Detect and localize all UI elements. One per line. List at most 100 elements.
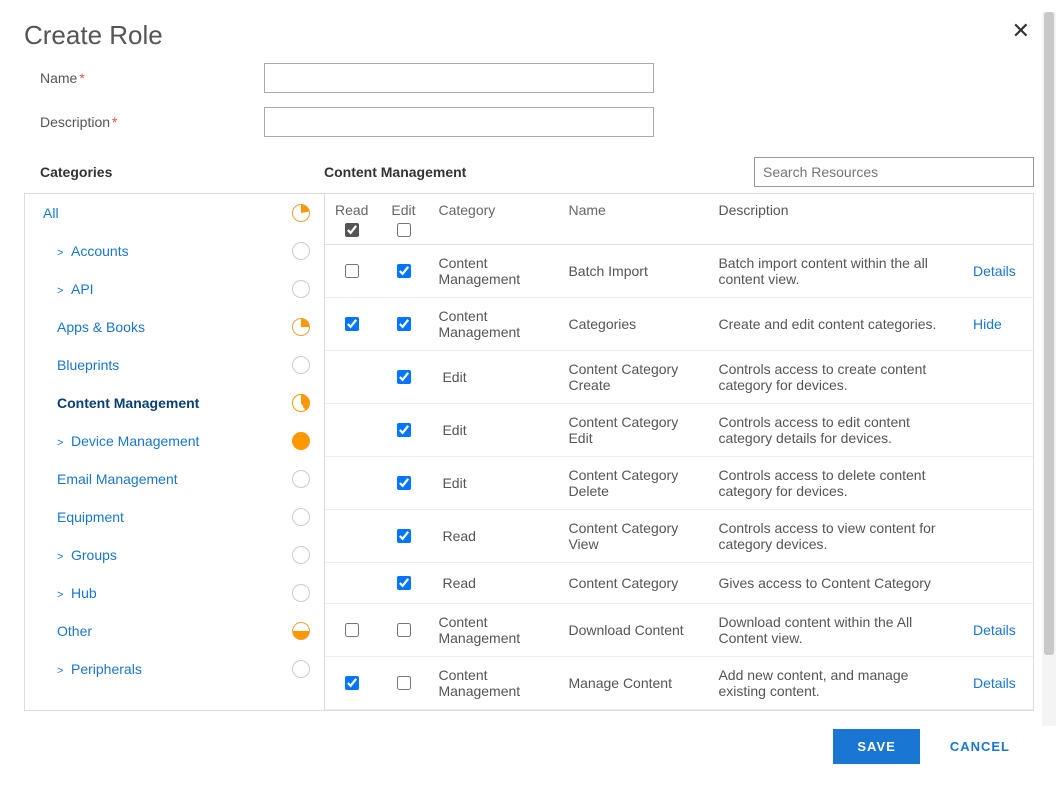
col-name: Name	[558, 194, 708, 245]
row-category: Content Management	[428, 298, 558, 351]
row-name: Content Category	[558, 563, 708, 604]
row-description: Controls access to edit content category…	[708, 404, 963, 457]
description-label: Description*	[24, 114, 264, 130]
description-field[interactable]	[264, 107, 654, 137]
read-all-checkbox[interactable]	[345, 223, 359, 237]
row-description: Create and edit content categories.	[708, 298, 963, 351]
name-field[interactable]	[264, 63, 654, 93]
category-item[interactable]: > Peripherals	[25, 650, 324, 688]
row-name: Batch Import	[558, 245, 708, 298]
row-name: Content Category View	[558, 510, 708, 563]
edit-checkbox[interactable]	[397, 623, 411, 637]
category-label: Equipment	[57, 509, 124, 525]
page-title: Create Role	[24, 20, 163, 51]
row-category: Edit	[428, 404, 558, 457]
details-link[interactable]: Details	[973, 622, 1016, 638]
search-input[interactable]	[754, 157, 1034, 187]
category-item[interactable]: Other	[25, 612, 324, 650]
row-name: Categories	[558, 298, 708, 351]
table-row: Content ManagementCategoriesCreate and e…	[325, 298, 1033, 351]
permissions-table-wrap[interactable]: Read Edit Category Name Description Cont	[325, 194, 1033, 710]
row-category: Read	[428, 563, 558, 604]
category-label: Email Management	[57, 471, 178, 487]
row-name	[558, 710, 708, 711]
table-row: ContentRemotely install and delete	[325, 710, 1033, 711]
row-description: Remotely install and delete	[708, 710, 963, 711]
category-label: Groups	[71, 547, 117, 563]
category-item[interactable]: >Hub	[25, 574, 324, 612]
category-item[interactable]: Email Management	[25, 460, 324, 498]
category-label: Blueprints	[57, 357, 119, 373]
row-name: Content Category Edit	[558, 404, 708, 457]
details-link[interactable]: Details	[973, 675, 1016, 691]
progress-pie-icon	[292, 356, 310, 374]
col-category: Category	[428, 194, 558, 245]
hide-link[interactable]: Hide	[973, 316, 1002, 332]
chevron-right-icon: >	[57, 589, 67, 601]
read-checkbox[interactable]	[345, 623, 359, 637]
close-icon[interactable]: ✕	[1008, 16, 1034, 46]
row-category: Read	[428, 510, 558, 563]
col-read: Read	[325, 194, 378, 245]
category-label: Peripherals	[71, 661, 142, 677]
category-label: Accounts	[71, 243, 129, 259]
table-row: EditContent Category DeleteControls acce…	[325, 457, 1033, 510]
category-item[interactable]: >Device Management	[25, 422, 324, 460]
category-item[interactable]: Content Management	[25, 384, 324, 422]
cancel-button[interactable]: CANCEL	[944, 738, 1016, 755]
row-description: Download content within the All Content …	[708, 604, 963, 657]
read-checkbox[interactable]	[345, 676, 359, 690]
row-category: Edit	[428, 457, 558, 510]
category-label: All	[43, 205, 59, 221]
category-label: Apps & Books	[57, 319, 145, 335]
category-label: Device Management	[71, 433, 199, 449]
progress-pie-icon	[292, 432, 310, 450]
edit-checkbox[interactable]	[397, 317, 411, 331]
category-item[interactable]: > Groups	[25, 536, 324, 574]
row-description: Controls access to view content for cate…	[708, 510, 963, 563]
chevron-right-icon: >	[57, 551, 67, 563]
row-name: Manage Content	[558, 657, 708, 710]
category-item[interactable]: Apps & Books	[25, 308, 324, 346]
read-checkbox[interactable]	[345, 317, 359, 331]
row-description: Controls access to delete content catego…	[708, 457, 963, 510]
table-row: Content ManagementBatch ImportBatch impo…	[325, 245, 1033, 298]
row-category: Content Management	[428, 245, 558, 298]
col-description: Description	[708, 194, 963, 245]
details-link[interactable]: Details	[973, 263, 1016, 279]
category-item[interactable]: > Accounts	[25, 232, 324, 270]
chevron-right-icon: >	[57, 285, 67, 297]
categories-heading: Categories	[24, 164, 324, 180]
category-item[interactable]: >API	[25, 270, 324, 308]
table-row: EditContent Category EditControls access…	[325, 404, 1033, 457]
chevron-right-icon: >	[57, 665, 67, 677]
category-list[interactable]: All > Accounts >API Apps & Books Blueprints Co…	[25, 194, 324, 710]
chevron-right-icon: >	[57, 247, 67, 259]
edit-checkbox[interactable]	[397, 423, 411, 437]
edit-checkbox[interactable]	[397, 476, 411, 490]
edit-all-checkbox[interactable]	[397, 223, 411, 237]
edit-checkbox[interactable]	[397, 529, 411, 543]
progress-pie-icon	[292, 660, 310, 678]
progress-pie-icon	[292, 204, 310, 222]
category-item[interactable]: All	[25, 194, 324, 232]
row-name: Content Category Create	[558, 351, 708, 404]
edit-checkbox[interactable]	[397, 576, 411, 590]
read-checkbox[interactable]	[345, 264, 359, 278]
table-row: ReadContent Category ViewControls access…	[325, 510, 1033, 563]
category-item[interactable]: Blueprints	[25, 346, 324, 384]
category-label: Content Management	[57, 395, 199, 411]
progress-pie-icon	[292, 394, 310, 412]
row-category: Edit	[428, 351, 558, 404]
progress-pie-icon	[292, 584, 310, 602]
edit-checkbox[interactable]	[397, 370, 411, 384]
row-category: Content Management	[428, 657, 558, 710]
panel-title: Content Management	[324, 164, 684, 180]
row-description: Controls access to create content catego…	[708, 351, 963, 404]
page-scrollbar[interactable]	[1042, 12, 1056, 726]
edit-checkbox[interactable]	[397, 676, 411, 690]
save-button[interactable]: SAVE	[833, 729, 919, 764]
progress-pie-icon	[292, 242, 310, 260]
category-item[interactable]: Equipment	[25, 498, 324, 536]
edit-checkbox[interactable]	[397, 264, 411, 278]
